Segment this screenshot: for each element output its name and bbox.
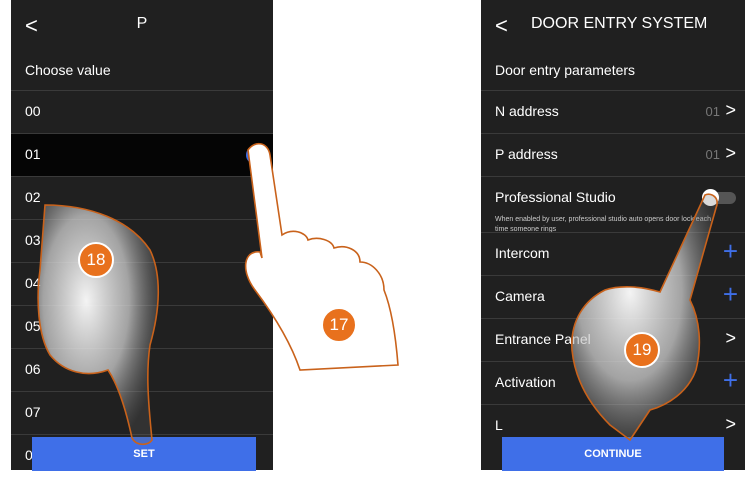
step-badge-17: 17 bbox=[321, 307, 357, 343]
step-badge-18: 18 bbox=[78, 242, 114, 278]
hand-illustrations bbox=[37, 142, 718, 446]
hand-pointer-icon bbox=[37, 204, 160, 446]
hand-pointer-icon bbox=[571, 193, 718, 442]
hand-pointer-icon bbox=[244, 142, 399, 371]
step-badge-19: 19 bbox=[624, 332, 660, 368]
